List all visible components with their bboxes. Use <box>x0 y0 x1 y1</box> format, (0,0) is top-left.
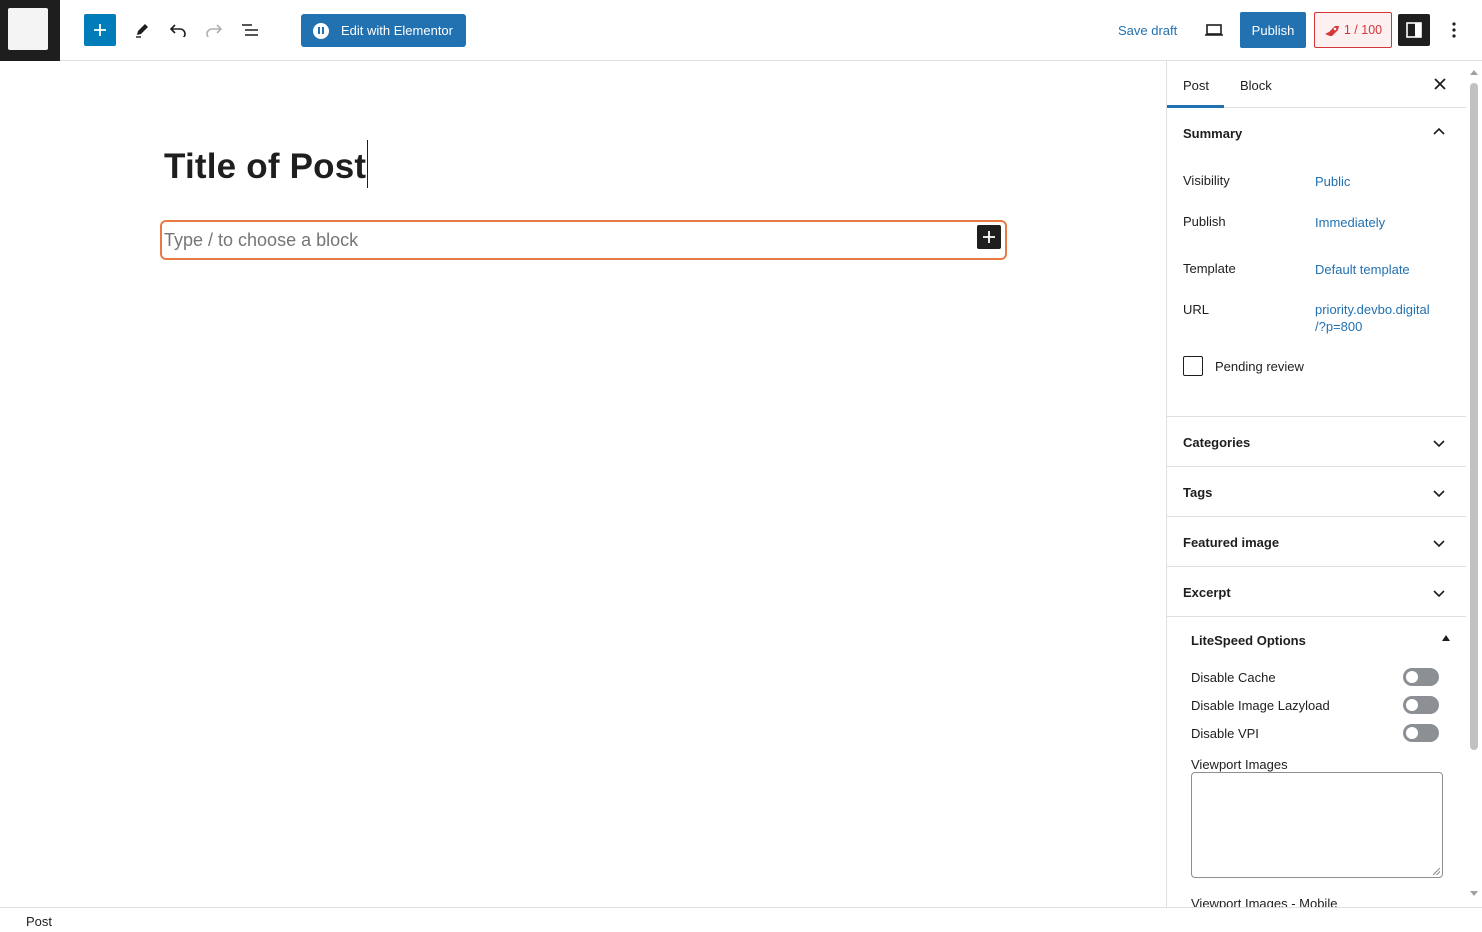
divider <box>1167 566 1466 567</box>
divider <box>1167 616 1466 617</box>
pending-review-checkbox[interactable] <box>1183 356 1203 376</box>
url-link[interactable]: priority.devbo.digital /?p=800 <box>1315 301 1430 335</box>
plus-icon <box>983 231 995 243</box>
sidebar-tabs: Post Block <box>1167 61 1466 108</box>
block-placeholder: Type / to choose a block <box>164 229 359 250</box>
site-logo-button[interactable] <box>0 0 60 61</box>
quota-counter-label: 1 / 100 <box>1343 23 1383 37</box>
visibility-value-button[interactable]: Public <box>1315 173 1350 190</box>
viewport-images-textarea[interactable] <box>1191 772 1443 878</box>
desktop-preview-icon <box>1205 24 1223 36</box>
scroll-thumb[interactable] <box>1470 83 1478 750</box>
textarea-resize-handle[interactable] <box>1433 868 1440 875</box>
edit-with-elementor-label: Edit with Elementor <box>341 23 453 38</box>
publish-date-button[interactable]: Immediately <box>1315 214 1385 231</box>
featured-image-panel-title[interactable]: Featured image <box>1183 535 1279 550</box>
editor-footer: Post <box>0 907 1482 932</box>
chevron-up-icon[interactable] <box>1431 124 1447 140</box>
publish-date-label: Publish <box>1183 214 1226 229</box>
settings-sidebar: Post Block Summary Visibility Public Pub… <box>1166 61 1466 907</box>
close-sidebar-button[interactable] <box>1429 73 1451 95</box>
disable-image-lazyload-toggle[interactable] <box>1403 696 1439 714</box>
excerpt-panel-title[interactable]: Excerpt <box>1183 585 1231 600</box>
post-title-text: Title of Post <box>164 147 367 186</box>
save-draft-button[interactable]: Save draft <box>1118 23 1177 38</box>
block-inserter-button[interactable] <box>977 225 1001 249</box>
elementor-icon <box>313 22 329 39</box>
divider <box>1167 466 1466 467</box>
quota-counter-button[interactable]: 1 / 100 <box>1314 12 1392 48</box>
options-menu-button[interactable] <box>1438 14 1470 46</box>
kebab-menu-icon <box>1452 22 1456 38</box>
wordpress-logo <box>8 8 48 50</box>
chevron-down-icon[interactable] <box>1431 435 1447 451</box>
redo-icon <box>206 24 223 37</box>
triangle-up-icon[interactable] <box>1442 635 1450 641</box>
disable-cache-label: Disable Cache <box>1191 670 1276 685</box>
disable-cache-toggle[interactable] <box>1403 668 1439 686</box>
url-label: URL <box>1183 302 1210 317</box>
active-tab-indicator <box>1167 105 1224 108</box>
litespeed-panel-title[interactable]: LiteSpeed Options <box>1191 633 1306 648</box>
template-label: Template <box>1183 261 1236 276</box>
url-line-2: /?p=800 <box>1315 319 1363 334</box>
settings-sidebar-toggle[interactable] <box>1398 14 1430 46</box>
visibility-label: Visibility <box>1183 173 1230 188</box>
empty-paragraph-block[interactable]: Type / to choose a block <box>160 220 1007 260</box>
undo-icon <box>169 24 186 37</box>
close-icon <box>1434 78 1446 90</box>
scroll-up-arrow[interactable] <box>1470 70 1478 75</box>
plus-icon <box>94 24 106 36</box>
redo-button[interactable] <box>198 14 230 46</box>
divider <box>1167 516 1466 517</box>
rocket-icon <box>1324 26 1339 36</box>
sidebar-toggle-icon <box>1406 22 1422 38</box>
editor-canvas: Title of Post Type / to choose a block <box>0 61 1166 907</box>
list-view-button[interactable] <box>234 14 266 46</box>
template-button[interactable]: Default template <box>1315 261 1410 278</box>
undo-button[interactable] <box>162 14 194 46</box>
categories-panel-title[interactable]: Categories <box>1183 435 1250 450</box>
summary-panel-title[interactable]: Summary <box>1183 126 1242 141</box>
block-breadcrumb[interactable]: Post <box>26 914 52 929</box>
divider <box>1167 416 1466 417</box>
pencil-icon <box>136 24 148 38</box>
disable-vpi-toggle[interactable] <box>1403 724 1439 742</box>
disable-vpi-label: Disable VPI <box>1191 726 1259 741</box>
chevron-down-icon[interactable] <box>1431 535 1447 551</box>
add-block-button[interactable] <box>84 14 116 46</box>
tab-block[interactable]: Block <box>1240 78 1272 93</box>
edit-with-elementor-button[interactable]: Edit with Elementor <box>301 14 466 47</box>
list-view-icon <box>242 24 258 36</box>
tags-panel-title[interactable]: Tags <box>1183 485 1212 500</box>
tab-post[interactable]: Post <box>1183 78 1209 93</box>
scroll-down-arrow[interactable] <box>1470 891 1478 896</box>
publish-button[interactable]: Publish <box>1240 12 1306 48</box>
viewport-images-label: Viewport Images <box>1191 757 1288 772</box>
chevron-down-icon[interactable] <box>1431 585 1447 601</box>
sidebar-scrollbar[interactable] <box>1466 61 1482 907</box>
post-title-input[interactable]: Title of Post <box>164 140 369 188</box>
url-line-1: priority.devbo.digital <box>1315 302 1430 317</box>
pending-review-label[interactable]: Pending review <box>1215 359 1304 374</box>
tools-button[interactable] <box>126 14 158 46</box>
chevron-down-icon[interactable] <box>1431 485 1447 501</box>
editor-header: Edit with Elementor Save draft Publish 1… <box>0 0 1482 61</box>
disable-image-lazyload-label: Disable Image Lazyload <box>1191 698 1330 713</box>
viewport-images-mobile-label: Viewport Images - Mobile <box>1191 896 1338 907</box>
preview-button[interactable] <box>1198 14 1230 46</box>
text-caret <box>367 140 369 188</box>
